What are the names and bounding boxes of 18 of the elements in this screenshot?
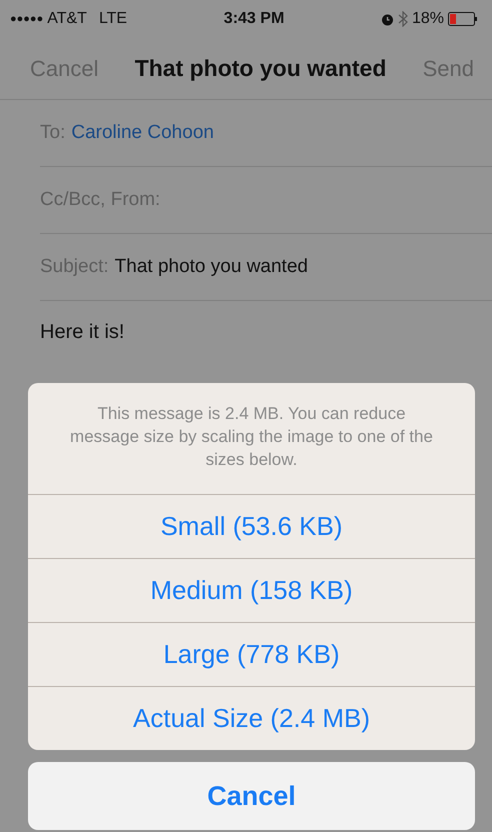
field-value[interactable]: That photo you wanted xyxy=(114,252,308,282)
battery-icon xyxy=(448,12,478,26)
signal-strength: ●●●●● xyxy=(10,12,44,27)
size-option-button[interactable]: Medium (158 KB) xyxy=(28,558,475,622)
cancel-button[interactable]: Cancel xyxy=(28,762,475,830)
action-sheet-message: This message is 2.4 MB. You can reduce message size by scaling the image to one of the sizes below. xyxy=(69,403,434,472)
battery-percentage: 18% xyxy=(412,9,444,29)
size-option-button[interactable]: Small (53.6 KB) xyxy=(28,494,475,558)
message-subject-title: That photo you wanted xyxy=(134,54,386,84)
size-option-button[interactable]: Actual Size (2.4 MB) xyxy=(28,686,475,750)
size-option-button[interactable]: Large (778 KB) xyxy=(28,622,475,686)
carrier-name: AT&T xyxy=(47,9,87,29)
message-body[interactable]: Here it is! xyxy=(40,317,492,347)
clock-time: 3:43 PM xyxy=(224,9,284,29)
alarm-clock-icon xyxy=(380,12,394,26)
recipient-name[interactable]: Caroline Cohoon xyxy=(71,118,214,148)
network-type: LTE xyxy=(98,9,128,29)
bluetooth-icon xyxy=(398,11,408,27)
